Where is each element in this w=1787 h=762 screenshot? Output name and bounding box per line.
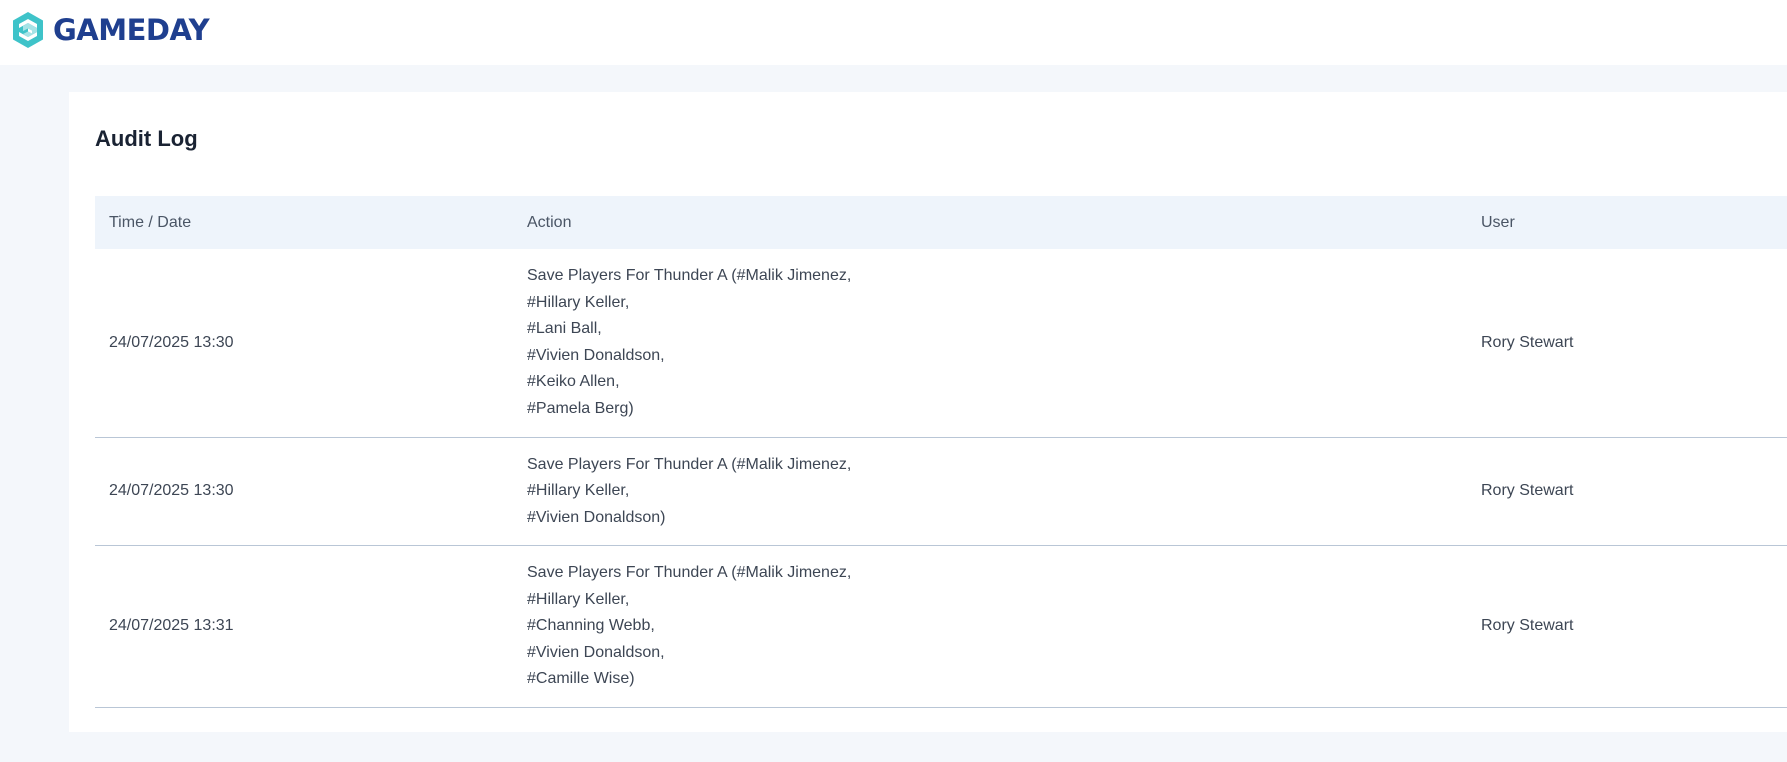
row-date-cell: 24/07/2025 13:30 — [95, 249, 513, 438]
column-header-user: User — [1481, 213, 1515, 231]
table-header-row: Time / Date Action User — [95, 196, 1787, 249]
page-title: Audit Log — [95, 126, 198, 151]
brand-name: GAMEDAY — [53, 13, 210, 47]
row-user-cell: Rory Stewart — [1467, 545, 1787, 708]
action-line: #Keiko Allen, — [527, 373, 620, 391]
row-action-cell: Save Players For Thunder A (#Malik Jimen… — [513, 437, 1467, 546]
action-line: #Lani Ball, — [527, 320, 602, 338]
gameday-logo[interactable]: GAMEDAY — [12, 9, 210, 51]
top-header: GAMEDAY — [0, 0, 1787, 65]
row-action-cell: Save Players For Thunder A (#Malik Jimen… — [513, 249, 1467, 438]
gameday-g-logo-icon — [12, 11, 44, 49]
audit-log-card: Audit Log Time / Date Action User 24/07/… — [69, 92, 1787, 732]
action-line: #Hillary Keller, — [527, 590, 630, 608]
row-action-cell: Save Players For Thunder A (#Malik Jimen… — [513, 545, 1467, 708]
action-line: Save Players For Thunder A (#Malik Jimen… — [527, 564, 852, 581]
row-date-cell: 24/07/2025 13:31 — [95, 545, 513, 708]
action-line: #Vivien Donaldson) — [527, 508, 666, 526]
row-user-cell: Rory Stewart — [1467, 249, 1787, 438]
action-line: Save Players For Thunder A (#Malik Jimen… — [527, 455, 852, 473]
row-user-cell: Rory Stewart — [1467, 437, 1787, 546]
audit-log-table: Time / Date Action User 24/07/2025 13:30… — [95, 196, 1787, 708]
action-line: Save Players For Thunder A (#Malik Jimen… — [527, 267, 852, 285]
action-line: #Hillary Keller, — [527, 482, 630, 499]
action-line: #Pamela Berg) — [527, 399, 634, 417]
column-header-action: Action — [527, 213, 572, 231]
action-line: #Camille Wise) — [527, 670, 635, 687]
action-line: #Hillary Keller, — [527, 293, 630, 311]
row-date-cell: 24/07/2025 13:30 — [95, 437, 513, 546]
table-row: 24/07/2025 13:31 Save Players For Thunde… — [95, 545, 1787, 708]
action-line: #Vivien Donaldson, — [527, 346, 665, 364]
table-row: 24/07/2025 13:30 Save Players For Thunde… — [95, 437, 1787, 546]
action-line: #Channing Webb, — [527, 617, 655, 634]
column-header-time-date: Time / Date — [109, 213, 192, 231]
table-row: 24/07/2025 13:30 Save Players For Thunde… — [95, 249, 1787, 438]
action-line: #Vivien Donaldson, — [527, 643, 665, 661]
